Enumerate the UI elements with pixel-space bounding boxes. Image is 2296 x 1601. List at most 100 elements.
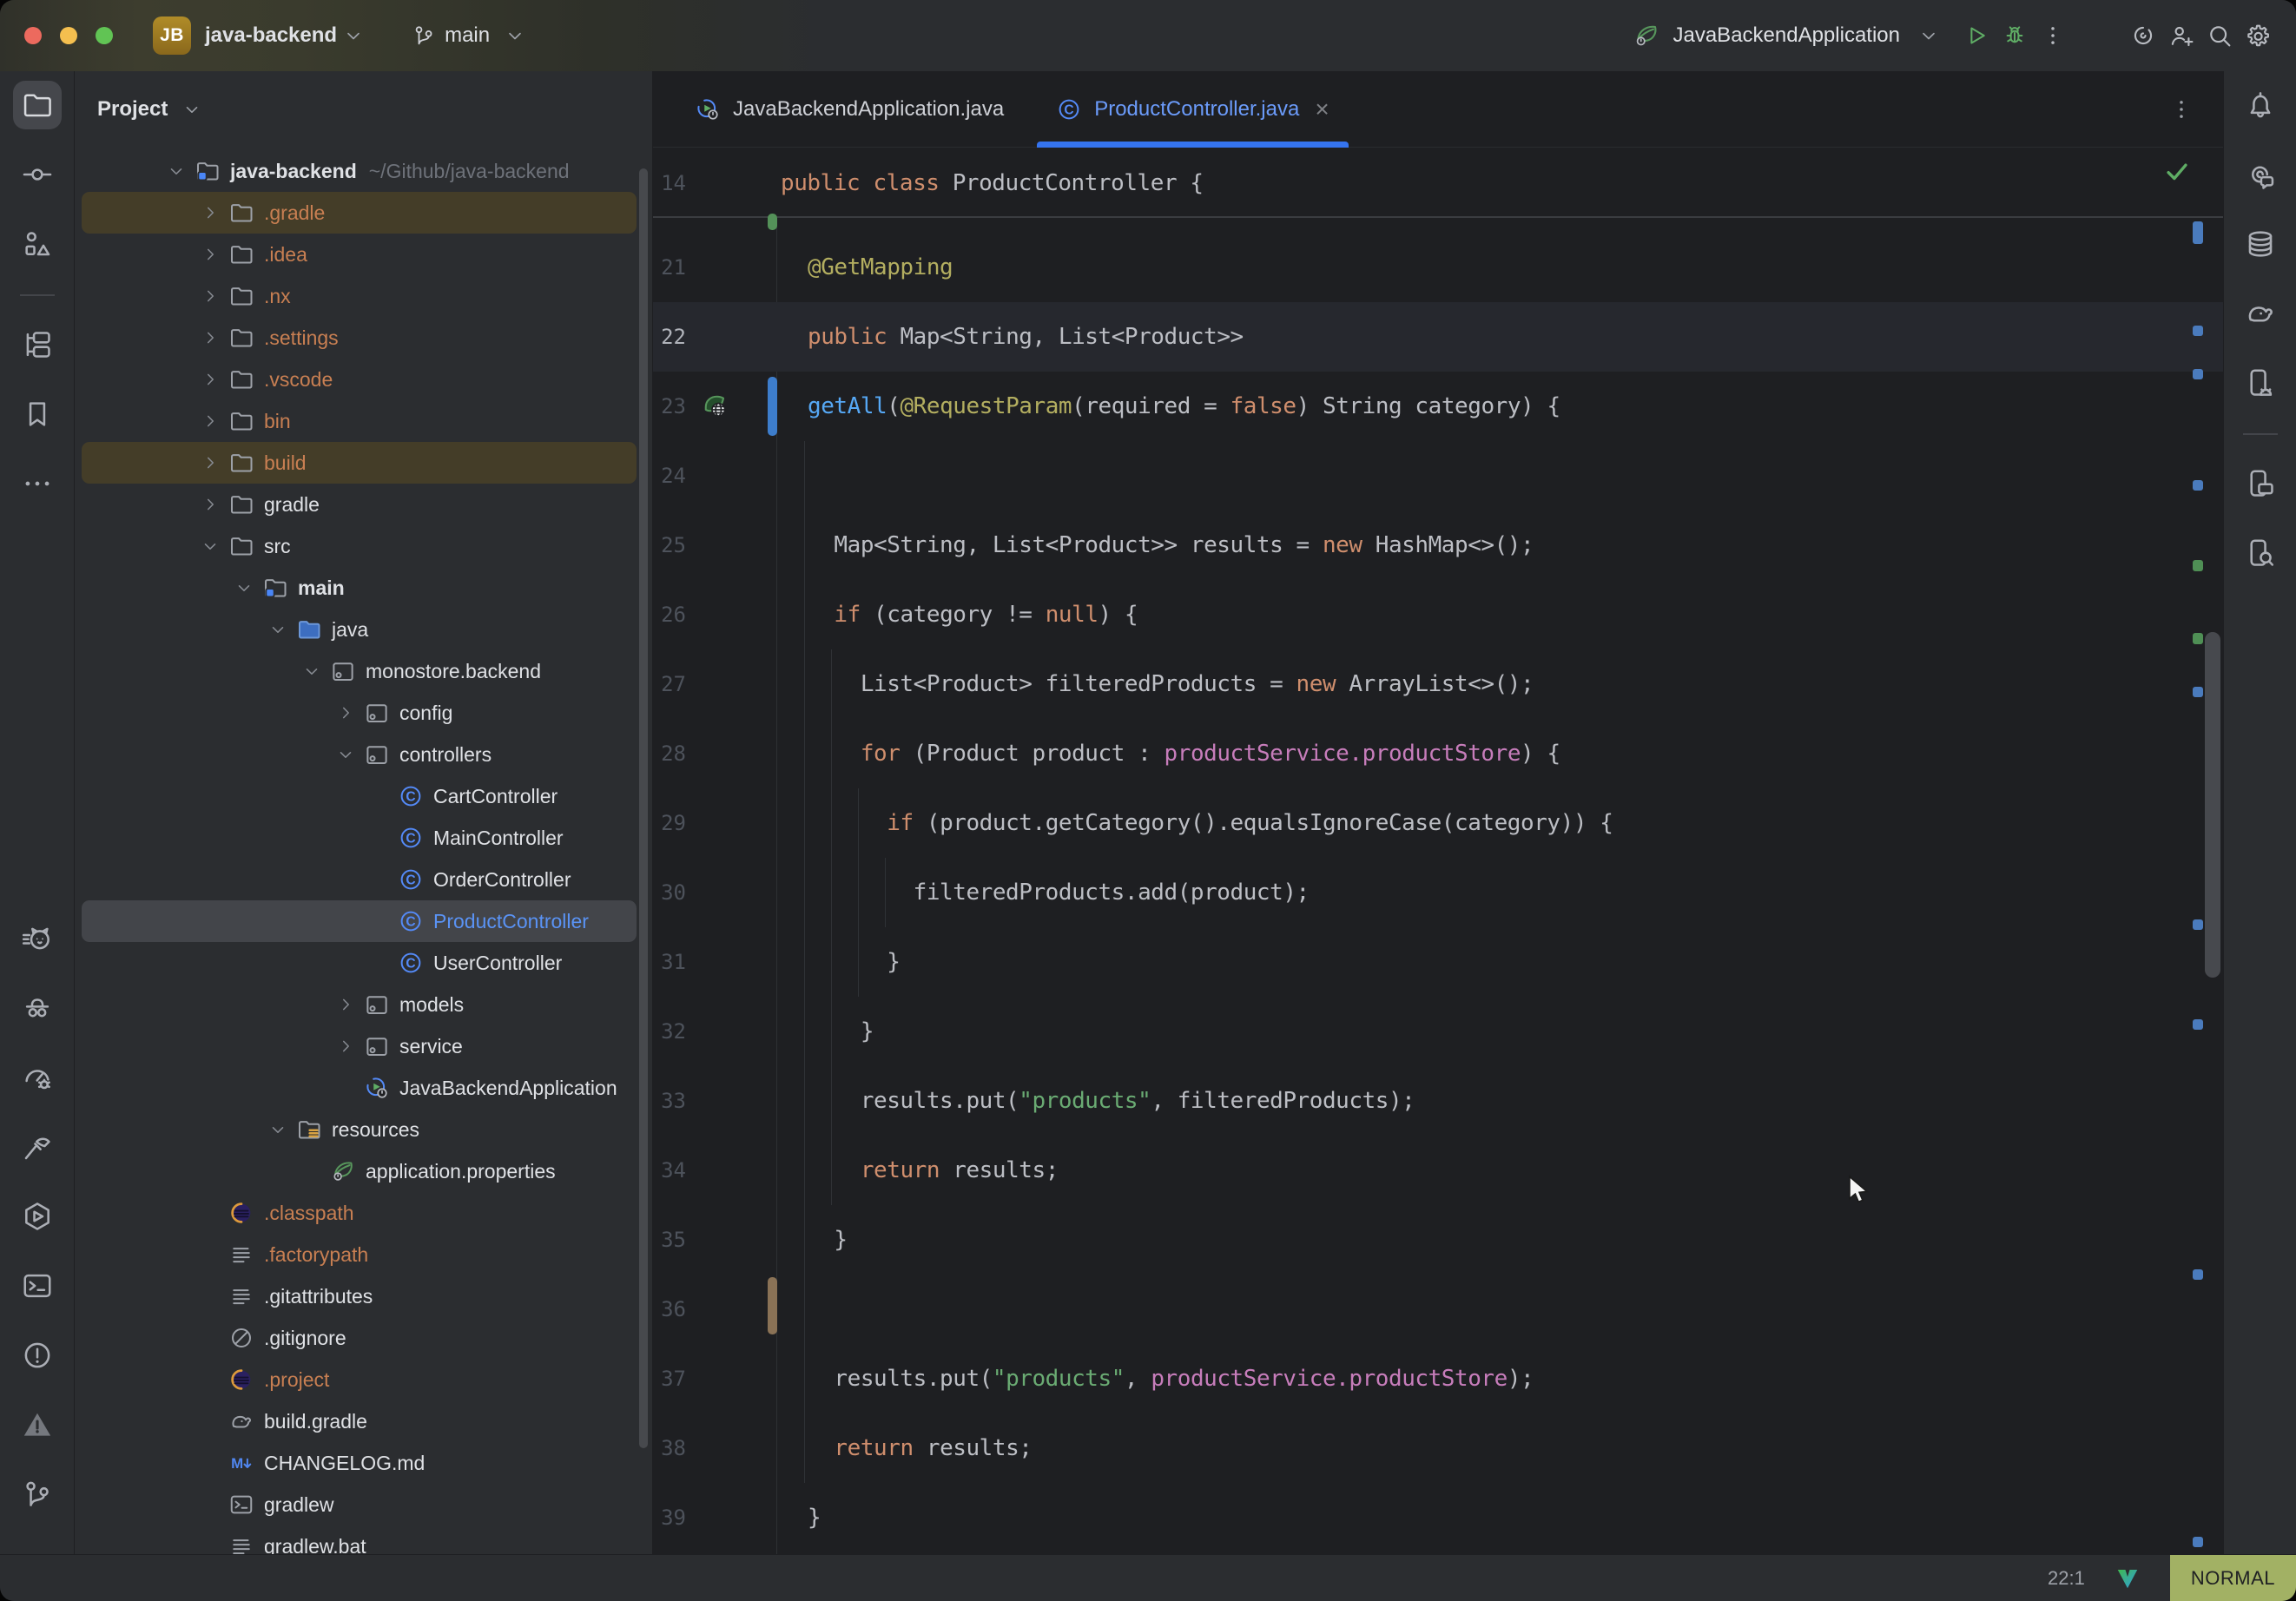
tree-item--classpath[interactable]: .classpath: [82, 1192, 637, 1234]
tree-item-src[interactable]: src: [82, 525, 637, 567]
code-line-24[interactable]: 24: [653, 441, 2223, 511]
tool-window-button-more-tool-windows[interactable]: [13, 459, 62, 508]
code-line-27[interactable]: 27 List<Product> filteredProducts = new …: [653, 649, 2223, 719]
tree-item--gitignore[interactable]: .gitignore: [82, 1317, 637, 1359]
project-panel-header[interactable]: Project: [75, 71, 652, 148]
tree-item-build[interactable]: build: [82, 442, 637, 484]
code-with-me-button[interactable]: [2162, 16, 2200, 55]
tree-scrollbar[interactable]: [639, 168, 648, 1448]
settings-button[interactable]: [2239, 16, 2277, 55]
tree-item-java[interactable]: java: [82, 609, 637, 650]
tree-item-models[interactable]: models: [82, 984, 637, 1025]
tree-item-controllers[interactable]: controllers: [82, 734, 637, 775]
code-line-31[interactable]: 31 }: [653, 927, 2223, 997]
tree-item-usercontroller[interactable]: UserController: [82, 942, 637, 984]
tree-item--idea[interactable]: .idea: [82, 234, 637, 275]
tree-item-gradlew-bat[interactable]: gradlew.bat: [82, 1525, 637, 1554]
tree-item-ordercontroller[interactable]: OrderController: [82, 859, 637, 900]
tool-window-button-hierarchy[interactable]: [13, 320, 62, 369]
tool-window-button-database[interactable]: [2236, 220, 2285, 268]
project-widget[interactable]: java-backend: [191, 23, 365, 48]
minimize-window-button[interactable]: [60, 27, 77, 44]
more-actions-button[interactable]: [2034, 16, 2072, 55]
tool-window-button-ai-assistant[interactable]: [2236, 150, 2285, 199]
tool-window-button-terminal[interactable]: [13, 1262, 62, 1310]
branch-widget[interactable]: main: [412, 23, 526, 48]
code-line-36[interactable]: 36: [653, 1275, 2223, 1344]
tree-item--vscode[interactable]: .vscode: [82, 359, 637, 400]
tool-window-button-problems[interactable]: [13, 1331, 62, 1380]
close-tab-icon[interactable]: ×: [1315, 96, 1329, 123]
code-line-37[interactable]: 37 results.put("products", productServic…: [653, 1344, 2223, 1413]
tree-item-monostore-backend[interactable]: monostore.backend: [82, 650, 637, 692]
tree-item-build-gradle[interactable]: build.gradle: [82, 1400, 637, 1442]
tool-window-button-structure[interactable]: [13, 220, 62, 268]
tree-item--project[interactable]: .project: [82, 1359, 637, 1400]
code-line-39[interactable]: 39}: [653, 1483, 2223, 1552]
editor-scrollbar[interactable]: [2205, 632, 2220, 978]
editor-tab-productcontroller-java[interactable]: ProductController.java×: [1030, 71, 1355, 147]
tree-item-java-backend[interactable]: java-backend~/Github/java-backend: [82, 150, 637, 192]
code-line-28[interactable]: 28 for (Product product : productService…: [653, 719, 2223, 788]
tree-item-gradlew[interactable]: gradlew: [82, 1484, 637, 1525]
tool-window-button-app-inspection[interactable]: [13, 984, 62, 1032]
tool-window-button-bookmarks[interactable]: [13, 390, 62, 438]
tool-window-button-notifications[interactable]: [2236, 81, 2285, 129]
tree-item--settings[interactable]: .settings: [82, 317, 637, 359]
code-line-29[interactable]: 29 if (product.getCategory().equalsIgnor…: [653, 788, 2223, 858]
close-window-button[interactable]: [24, 27, 42, 44]
tree-item-javabackendapplication[interactable]: JavaBackendApplication: [82, 1067, 637, 1109]
editor-tab-javabackendapplication-java[interactable]: JavaBackendApplication.java: [669, 71, 1030, 147]
tree-item-config[interactable]: config: [82, 692, 637, 734]
run-button[interactable]: [1957, 16, 1996, 55]
debug-button[interactable]: [1996, 16, 2034, 55]
vim-mode-badge[interactable]: NORMAL: [2170, 1555, 2296, 1601]
tree-item-gradle[interactable]: gradle: [82, 484, 637, 525]
tree-item-application-properties[interactable]: application.properties: [82, 1150, 637, 1192]
vim-icon[interactable]: [2115, 1565, 2141, 1591]
tool-window-button-version-control[interactable]: [13, 1470, 62, 1519]
tree-item-maincontroller[interactable]: MainController: [82, 817, 637, 859]
editor[interactable]: JavaBackendApplication.javaProductContro…: [653, 71, 2223, 1554]
caret-position[interactable]: 22:1: [2048, 1567, 2085, 1590]
code-line-35[interactable]: 35 }: [653, 1205, 2223, 1275]
tree-item--gitattributes[interactable]: .gitattributes: [82, 1275, 637, 1317]
tree-item--factorypath[interactable]: .factorypath: [82, 1234, 637, 1275]
tree-item-productcontroller[interactable]: ProductController: [82, 900, 637, 942]
code-line-22[interactable]: 22public Map<String, List<Product>>: [653, 302, 2223, 372]
code-line-23[interactable]: 23getAll(@RequestParam(required = false)…: [653, 372, 2223, 441]
editor-options-button[interactable]: [2169, 71, 2194, 147]
tool-window-button-running-devices[interactable]: [2236, 459, 2285, 508]
tree-item-service[interactable]: service: [82, 1025, 637, 1067]
code-line-34[interactable]: 34 return results;: [653, 1136, 2223, 1205]
ai-assistant-button[interactable]: [2124, 16, 2162, 55]
tool-window-button-device-manager[interactable]: [2236, 359, 2285, 407]
code-line-25[interactable]: 25 Map<String, List<Product>> results = …: [653, 511, 2223, 580]
tool-window-button-logcat[interactable]: [13, 914, 62, 963]
tree-item--nx[interactable]: .nx: [82, 275, 637, 317]
tool-window-button-project[interactable]: [13, 81, 62, 129]
tree-item-cartcontroller[interactable]: CartController: [82, 775, 637, 817]
code-line-30[interactable]: 30 filteredProducts.add(product);: [653, 858, 2223, 927]
tree-item-main[interactable]: main: [82, 567, 637, 609]
tree-item-bin[interactable]: bin: [82, 400, 637, 442]
endpoint-gutter-icon[interactable]: [700, 391, 731, 422]
tool-window-button-device-explorer[interactable]: [2236, 529, 2285, 577]
search-everywhere-button[interactable]: [2200, 16, 2239, 55]
tool-window-button-commit[interactable]: [13, 150, 62, 199]
tool-window-button-services[interactable]: [13, 1192, 62, 1241]
code-line-32[interactable]: 32 }: [653, 997, 2223, 1066]
run-configuration[interactable]: JavaBackendApplication: [1633, 22, 1940, 49]
code-line-38[interactable]: 38 return results;: [653, 1413, 2223, 1483]
tool-window-button-inspections[interactable]: [13, 1400, 62, 1449]
tool-window-button-build[interactable]: [13, 1123, 62, 1171]
tool-window-button-gradle[interactable]: [2236, 289, 2285, 338]
zoom-window-button[interactable]: [96, 27, 113, 44]
code-line-33[interactable]: 33 results.put("products", filteredProdu…: [653, 1066, 2223, 1136]
tree-item-changelog-md[interactable]: CHANGELOG.md: [82, 1442, 637, 1484]
inspections-ok-icon[interactable]: [2162, 156, 2192, 186]
tree-item-resources[interactable]: resources: [82, 1109, 637, 1150]
tree-item--gradle[interactable]: .gradle: [82, 192, 637, 234]
tool-window-button-profiler[interactable]: [13, 1053, 62, 1102]
code-line-26[interactable]: 26 if (category != null) {: [653, 580, 2223, 649]
